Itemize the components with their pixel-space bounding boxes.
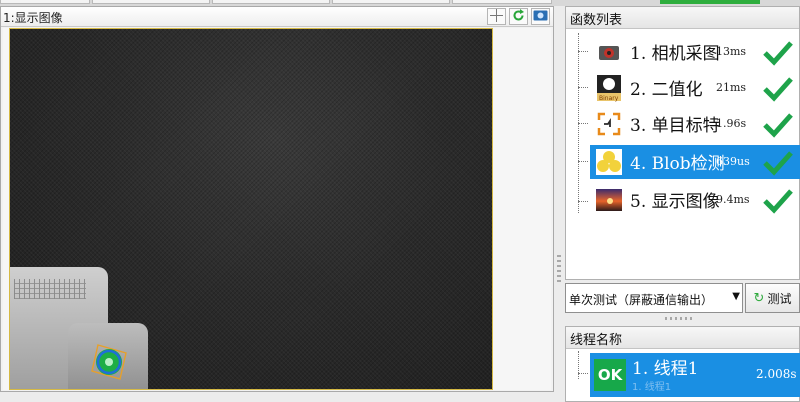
camera-button[interactable] xyxy=(531,8,550,25)
svg-text:Binary: Binary xyxy=(599,95,619,102)
top-tab[interactable] xyxy=(212,0,330,4)
camera-capture-icon xyxy=(596,38,622,66)
top-tab[interactable] xyxy=(0,0,90,4)
target-calib-icon xyxy=(596,110,622,138)
refresh-button[interactable] xyxy=(509,8,528,25)
test-mode-value: 单次测试（屏蔽通信输出） xyxy=(569,293,714,307)
top-tab[interactable] xyxy=(92,0,210,4)
blob-detection-overlay xyxy=(91,344,127,380)
function-time: 21ms xyxy=(716,81,747,94)
function-list-panel: 函数列表 1. 相机采图 13ms Binary 2. 二值化 21ms 3. … xyxy=(565,6,800,280)
refresh-icon xyxy=(512,8,525,25)
check-icon xyxy=(763,41,793,66)
top-accent-bar xyxy=(660,0,760,4)
function-list-title: 函数列表 xyxy=(566,7,799,29)
check-icon xyxy=(763,151,793,176)
app-window: 1:显示图像 函数列表 1. 相机采图 13ms Binary 2. 二值化 2… xyxy=(0,0,800,402)
vertical-splitter[interactable] xyxy=(557,252,561,282)
function-time: 1.96s xyxy=(716,117,747,130)
camera-icon xyxy=(533,9,548,24)
function-item-3[interactable]: 3. 单目标特 1.96s xyxy=(578,107,800,141)
test-mode-select[interactable]: 单次测试（屏蔽通信输出） ▼ xyxy=(565,283,743,313)
test-toolbar: 单次测试（屏蔽通信输出） ▼ ↻ 测试 xyxy=(565,283,800,313)
function-item-1[interactable]: 1. 相机采图 13ms xyxy=(578,35,800,69)
top-tab[interactable] xyxy=(332,0,450,4)
check-icon xyxy=(763,113,793,138)
image-panel-title: 1:显示图像 xyxy=(3,11,63,25)
blob-icon xyxy=(596,148,622,176)
image-canvas[interactable] xyxy=(3,28,551,390)
thread-name: 1. 线程1 xyxy=(632,359,699,379)
check-icon xyxy=(763,189,793,214)
binary-icon: Binary xyxy=(596,74,622,102)
test-button[interactable]: ↻ 测试 xyxy=(745,283,800,313)
function-time: 639us xyxy=(716,155,750,168)
dropdown-arrow-icon: ▼ xyxy=(732,291,740,302)
function-item-4[interactable]: 4. Blob检测 639us xyxy=(578,145,800,179)
thread-sub-label: 1. 线程1 xyxy=(632,382,672,393)
refresh-icon: ↻ xyxy=(753,290,765,306)
crosshair-button[interactable] xyxy=(487,8,506,25)
function-time: 9.4ms xyxy=(716,193,750,206)
thread-time: 2.008s xyxy=(756,367,797,381)
function-time: 13ms xyxy=(716,45,747,58)
check-icon xyxy=(763,77,793,102)
function-item-5[interactable]: 5. 显示图像 9.4ms xyxy=(578,183,800,217)
display-image-icon xyxy=(596,186,622,214)
crosshair-icon xyxy=(490,8,503,25)
top-tab[interactable] xyxy=(452,0,552,4)
function-item-2[interactable]: Binary 2. 二值化 21ms xyxy=(578,71,800,105)
thread-list-title: 线程名称 xyxy=(566,327,799,349)
ok-status-badge: OK xyxy=(594,359,626,391)
horizontal-splitter[interactable] xyxy=(665,317,695,320)
thread-list-panel: 线程名称 OK 1. 线程1 1. 线程1 2.008s xyxy=(565,326,800,402)
thread-item-1[interactable]: OK 1. 线程1 1. 线程1 2.008s xyxy=(590,353,800,397)
image-display-panel: 1:显示图像 xyxy=(0,6,554,392)
camera-image xyxy=(9,28,493,390)
test-button-label: 测试 xyxy=(767,291,792,306)
image-panel-titlebar: 1:显示图像 xyxy=(1,7,553,27)
